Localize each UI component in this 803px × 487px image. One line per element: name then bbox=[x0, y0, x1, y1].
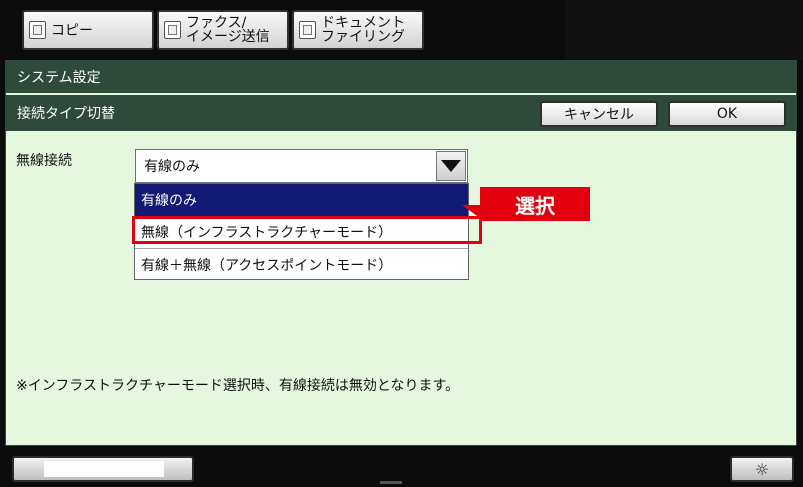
bottom-indicator bbox=[380, 481, 402, 484]
document-filing-icon bbox=[299, 21, 316, 39]
system-settings-title: システム設定 bbox=[17, 69, 101, 86]
select-current-value: 有線のみ bbox=[144, 159, 200, 175]
option-wired-only[interactable]: 有線のみ bbox=[135, 184, 468, 216]
tab-fax-label-line2: イメージ送信 bbox=[186, 29, 270, 45]
system-settings-bar: システム設定 bbox=[5, 60, 797, 93]
tab-copy-label: コピー bbox=[51, 23, 93, 39]
connection-type-select[interactable]: 有線のみ bbox=[135, 149, 468, 183]
wireless-connection-label: 無線接続 bbox=[16, 153, 72, 169]
tab-fax-image-send[interactable]: ファクス/ イメージ送信 bbox=[157, 10, 289, 50]
copy-icon bbox=[29, 21, 46, 39]
tab-fax-label: ファクス/ イメージ送信 bbox=[186, 16, 270, 44]
tab-copy[interactable]: コピー bbox=[22, 10, 154, 50]
option-wired-plus-wireless-ap[interactable]: 有線＋無線（アクセスポイントモード） bbox=[135, 248, 468, 280]
selection-highlight-box bbox=[132, 216, 482, 244]
connection-type-title: 接続タイプ切替 bbox=[17, 106, 115, 122]
tab-document-filing[interactable]: ドキュメント ファイリング bbox=[292, 10, 424, 50]
chevron-down-icon[interactable] bbox=[436, 151, 466, 181]
status-bar-button[interactable] bbox=[12, 456, 194, 482]
brightness-button[interactable]: ☼ bbox=[730, 456, 794, 482]
top-right-background bbox=[565, 0, 803, 60]
status-bar-field bbox=[44, 461, 164, 477]
cancel-button[interactable]: キャンセル bbox=[540, 101, 658, 127]
tab-doc-label: ドキュメント ファイリング bbox=[321, 16, 405, 44]
infrastructure-mode-note: ※インフラストラクチャーモード選択時、有線接続は無効となります。 bbox=[16, 378, 460, 394]
ok-button[interactable]: OK bbox=[668, 101, 786, 127]
select-callout: 選択 bbox=[480, 187, 590, 221]
fax-icon bbox=[164, 21, 181, 39]
tab-doc-label-line2: ファイリング bbox=[321, 29, 405, 45]
brightness-icon: ☼ bbox=[754, 459, 770, 479]
